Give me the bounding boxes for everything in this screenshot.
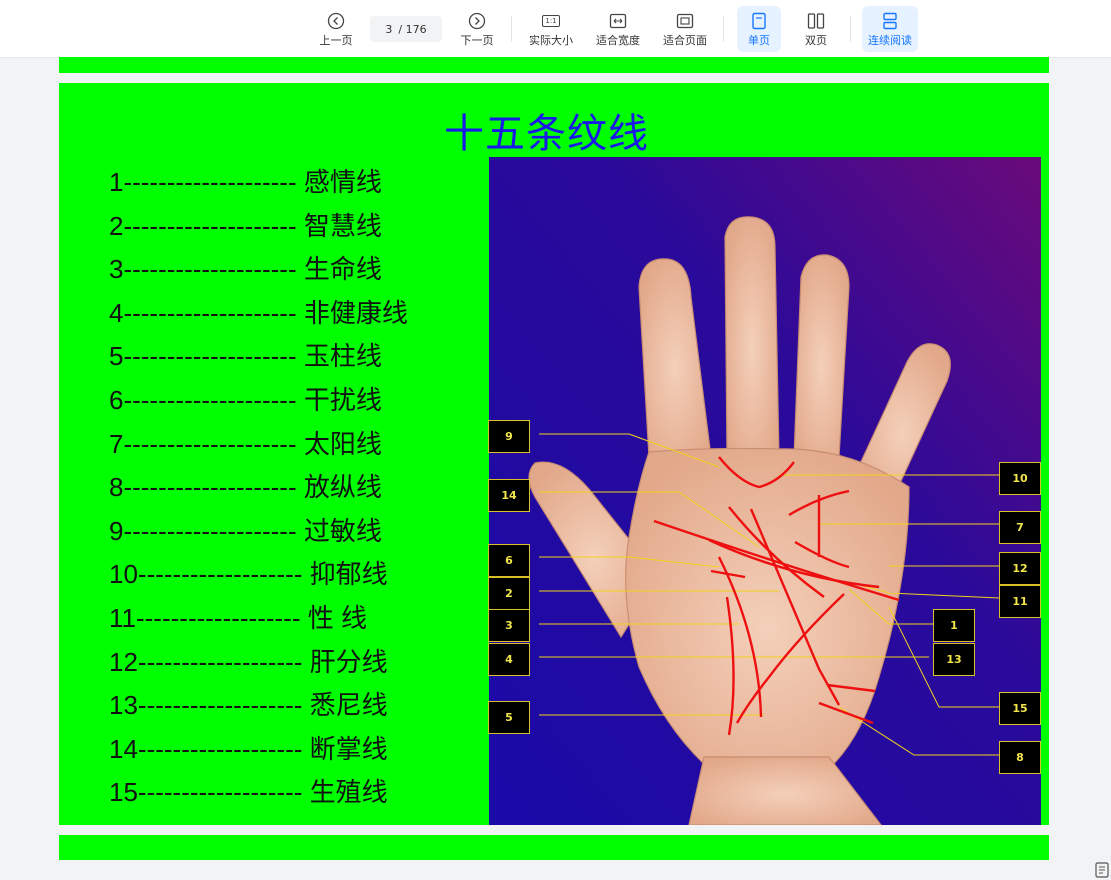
fit-width-icon xyxy=(609,13,627,29)
list-item: 7-------------------- 太阳线 xyxy=(109,428,382,459)
continuous-reading-label: 连续阅读 xyxy=(868,34,912,47)
chevron-right-circle-icon xyxy=(468,12,486,30)
list-item: 1-------------------- 感情线 xyxy=(109,167,382,197)
prev-page-label: 上一页 xyxy=(319,34,353,47)
list-item: 4-------------------- 非健康线 xyxy=(109,297,408,328)
list-item: 2-------------------- 智慧线 xyxy=(109,210,382,241)
chevron-left-circle-icon xyxy=(327,12,345,30)
list-item: 15------------------- 生殖线 xyxy=(109,777,388,808)
palm-label-box: 13 xyxy=(933,643,975,676)
fit-page-label: 适合页面 xyxy=(663,34,707,47)
palm-label-box: 11 xyxy=(999,585,1041,618)
document-info-icon[interactable] xyxy=(1095,862,1109,878)
next-page-label: 下一页 xyxy=(460,34,494,47)
list-item: 5-------------------- 玉柱线 xyxy=(109,341,382,372)
previous-slide-bottom xyxy=(59,57,1049,73)
continuous-reading-button[interactable]: 连续阅读 xyxy=(862,6,918,52)
toolbar-divider xyxy=(723,16,724,42)
list-item: 6-------------------- 干扰线 xyxy=(109,384,382,415)
palm-label-box: 7 xyxy=(999,511,1041,544)
fit-page-button[interactable]: 适合页面 xyxy=(658,6,712,52)
toolbar-divider xyxy=(511,16,512,42)
palm-line-list: 1-------------------- 感情线 2-------------… xyxy=(109,161,408,815)
palm-label-box: 4 xyxy=(488,643,530,676)
slide-title: 十五条纹线 xyxy=(444,111,649,157)
actual-size-button[interactable]: 1:1 实际大小 xyxy=(524,6,578,52)
palm-lines-illustration xyxy=(489,157,1041,825)
list-item: 9-------------------- 过敏线 xyxy=(109,515,382,546)
next-page-button[interactable]: 下一页 xyxy=(454,6,500,52)
palm-label-box: 15 xyxy=(999,692,1041,725)
next-slide-top xyxy=(59,835,1049,860)
toolbar-divider xyxy=(850,16,851,42)
current-page-input[interactable]: 3 xyxy=(385,23,392,36)
palm-label-box: 14 xyxy=(488,479,530,512)
palm-label-box: 10 xyxy=(999,462,1041,495)
palm-label-box: 9 xyxy=(488,420,530,453)
list-item: 13------------------- 悉尼线 xyxy=(109,690,388,721)
fit-width-button[interactable]: 适合宽度 xyxy=(591,6,645,52)
list-item: 10------------------- 抑郁线 xyxy=(109,559,388,590)
double-page-button[interactable]: 双页 xyxy=(794,6,838,52)
single-page-icon xyxy=(752,12,766,30)
actual-size-label: 实际大小 xyxy=(529,34,573,47)
list-item: 14------------------- 断掌线 xyxy=(109,733,388,764)
palm-label-box: 6 xyxy=(488,544,530,577)
list-item: 12------------------- 肝分线 xyxy=(109,646,388,677)
total-pages: / 176 xyxy=(398,22,427,36)
palm-label-box: 12 xyxy=(999,552,1041,585)
actual-size-icon: 1:1 xyxy=(542,15,560,27)
single-page-button[interactable]: 单页 xyxy=(737,6,781,52)
double-page-label: 双页 xyxy=(805,34,827,47)
double-page-icon xyxy=(807,13,825,29)
list-item: 11------------------- 性 线 xyxy=(109,602,367,633)
fit-page-icon xyxy=(676,13,694,29)
single-page-label: 单页 xyxy=(748,34,770,47)
list-item: 8-------------------- 放纵线 xyxy=(109,472,382,503)
page-number-box[interactable]: 3 / 176 xyxy=(370,16,442,42)
palm-label-box: 1 xyxy=(933,609,975,642)
viewer-toolbar: 上一页 3 / 176 下一页 1:1 实际大小 适合宽度 适合页面 单页 双页… xyxy=(0,0,1111,58)
palm-label-box: 2 xyxy=(488,577,530,610)
palm-label-box: 8 xyxy=(999,741,1041,774)
fit-width-label: 适合宽度 xyxy=(596,34,640,47)
palm-label-box: 3 xyxy=(488,609,530,642)
list-item: 3-------------------- 生命线 xyxy=(109,254,382,285)
slide-page: 十五条纹线 1-------------------- 感情线 2-------… xyxy=(59,83,1049,825)
prev-page-button[interactable]: 上一页 xyxy=(313,6,359,52)
palm-label-box: 5 xyxy=(488,701,530,734)
continuous-reading-icon xyxy=(883,12,897,30)
